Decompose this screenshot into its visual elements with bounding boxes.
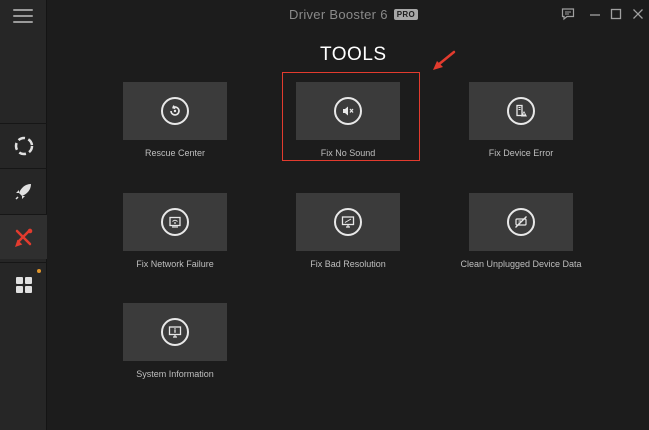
tool-tile[interactable] [296,193,400,251]
tool-label: Fix Network Failure [136,259,214,269]
tool-tile[interactable] [123,303,227,361]
unplugged-device-icon [507,208,535,236]
tool-fix-network-failure[interactable]: Fix Network Failure [123,193,227,269]
notification-dot [37,269,41,273]
tool-label: Fix Bad Resolution [310,259,386,269]
maximize-icon [610,8,622,20]
tool-tile[interactable] [469,193,573,251]
tool-tile[interactable] [123,82,227,140]
lifebuoy-icon [14,136,33,156]
sidebar [0,0,47,430]
tool-tile[interactable] [296,82,400,140]
maximize-button[interactable] [609,7,623,21]
tool-tile[interactable] [469,82,573,140]
sidebar-item-scan[interactable] [0,123,47,168]
device-warning-icon [507,97,535,125]
network-icon [161,208,189,236]
monitor-resolution-icon [334,208,362,236]
annotation-arrow-icon [433,50,456,70]
tool-label: Fix No Sound [320,148,376,158]
tool-tile[interactable] [123,193,227,251]
title-bar: Driver Booster 6 PRO [47,0,649,30]
tools-icon [14,228,32,247]
feedback-button[interactable] [561,7,575,21]
rocket-icon [14,184,31,200]
tool-label: Clean Unplugged Device Data [460,259,582,269]
tool-label: Fix Device Error [488,148,554,158]
system-info-icon [161,318,189,346]
minimize-icon [590,14,600,16]
tool-fix-no-sound[interactable]: Fix No Sound [296,82,400,158]
tool-label: Rescue Center [144,148,206,158]
tool-clean-unplugged-device-data[interactable]: Clean Unplugged Device Data [460,193,582,269]
message-icon [561,8,575,21]
tool-fix-device-error[interactable]: Fix Device Error [469,82,573,158]
restore-icon [161,97,189,125]
menu-icon[interactable] [13,9,33,25]
tool-label: System Information [136,369,214,379]
speaker-mute-icon [334,97,362,125]
app-title: Driver Booster 6 PRO [289,7,418,22]
sidebar-item-boost[interactable] [0,168,47,213]
sidebar-item-tools[interactable] [0,214,47,259]
tool-system-information[interactable]: System Information [123,303,227,379]
close-button[interactable] [631,7,645,21]
tool-fix-bad-resolution[interactable]: Fix Bad Resolution [296,193,400,269]
sidebar-item-action-center[interactable] [0,262,47,307]
app-title-text: Driver Booster 6 [289,7,388,22]
pro-badge: PRO [393,9,418,20]
minimize-button[interactable] [588,7,602,21]
page-title: TOOLS [320,44,387,65]
apps-grid-icon [15,277,32,293]
close-icon [633,9,643,19]
tool-rescue-center[interactable]: Rescue Center [123,82,227,158]
